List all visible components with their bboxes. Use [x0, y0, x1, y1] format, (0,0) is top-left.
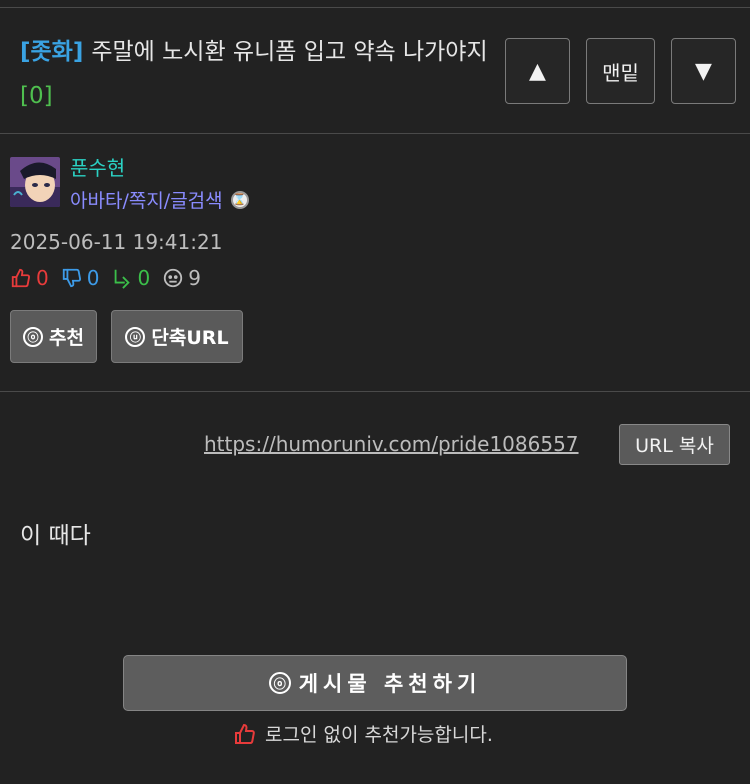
scroll-up-button[interactable]: ▲: [505, 38, 570, 104]
header-divider: [0, 133, 750, 134]
top-divider: [0, 7, 750, 8]
hourglass-icon: ⌛: [230, 190, 249, 209]
dislike-count: 0: [61, 266, 99, 290]
url-copy-button[interactable]: URL 복사: [619, 424, 730, 465]
short-url-button[interactable]: ⓤ 단축URL: [111, 310, 243, 363]
view-count: 9: [162, 266, 201, 290]
author-links: 아바타/쪽지/글검색 ⌛: [70, 186, 249, 213]
recommend-button[interactable]: ⓞ 추천: [10, 310, 97, 363]
like-count: 0: [10, 266, 49, 290]
post-title: [좃화] 주말에 노시환 유니폼 입고 약속 나가야지 [0]: [20, 30, 490, 118]
recommend-icon: ⓞ: [23, 326, 44, 347]
avatar[interactable]: [10, 157, 60, 207]
thumbs-down-icon: [62, 268, 81, 288]
post-url-link[interactable]: https://humoruniv.com/pride1086557: [204, 432, 579, 456]
reply-count: 0: [111, 266, 150, 290]
reply-arrow-icon: [115, 269, 131, 289]
post-body: 이 때다: [20, 523, 91, 549]
recommend-post-button[interactable]: ⓞ 게시물 추천하기: [123, 655, 627, 711]
author-name[interactable]: 푼수현: [70, 152, 125, 181]
face-icon: [164, 268, 183, 288]
post-stats: 0 0 0 9: [10, 266, 213, 290]
recommend-circle-icon: ⓞ: [268, 672, 291, 694]
post-datetime: 2025-06-11 19:41:21: [10, 230, 223, 254]
thumbs-up-icon: [235, 723, 255, 744]
thumbs-up-icon: [11, 268, 31, 288]
short-url-icon: ⓤ: [125, 326, 146, 347]
author-menu-link[interactable]: 아바타/쪽지/글검색: [70, 186, 223, 213]
post-title-text: 주말에 노시환 유니폼 입고 약속 나가야지: [91, 39, 488, 65]
login-note: 로그인 없이 추천가능합니다.: [233, 720, 493, 747]
scroll-bottom-button[interactable]: 맨밑: [586, 38, 655, 104]
meta-divider: [0, 391, 750, 392]
scroll-down-button[interactable]: ▼: [671, 38, 736, 104]
category-tag[interactable]: [좃화]: [20, 39, 83, 65]
comment-count[interactable]: [0]: [20, 83, 53, 109]
